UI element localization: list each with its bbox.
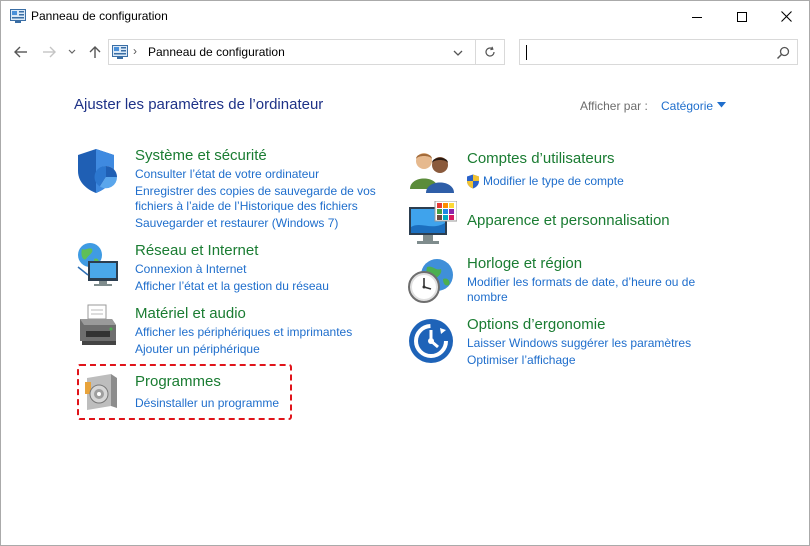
link-change-formats-2[interactable]: nombre — [467, 289, 508, 305]
maximize-button[interactable] — [719, 1, 764, 32]
link-file-history-1[interactable]: Enregistrer des copies de sauvegarde de … — [135, 183, 376, 199]
arrow-left-icon — [14, 46, 27, 58]
category-title-hardware-sound[interactable]: Matériel et audio — [135, 305, 246, 322]
dropdown-arrow-icon[interactable] — [717, 102, 726, 108]
close-button[interactable] — [764, 1, 809, 32]
page-title: Ajuster les paramètres de l’ordinateur — [74, 96, 324, 113]
control-panel-icon — [10, 9, 26, 23]
link-change-account-type[interactable]: Modifier le type de compte — [483, 173, 624, 189]
link-add-device[interactable]: Ajouter un périphérique — [135, 341, 260, 357]
category-title-ease-of-access[interactable]: Options d’ergonomie — [467, 316, 605, 333]
link-check-computer-status[interactable]: Consulter l’état de votre ordinateur — [135, 166, 319, 182]
users-icon[interactable] — [407, 149, 457, 193]
maximize-icon — [736, 11, 747, 22]
minimize-icon — [691, 16, 702, 18]
search-icon[interactable] — [776, 46, 790, 60]
breadcrumb-item[interactable]: Panneau de configuration — [148, 45, 285, 59]
title-bar: Panneau de configuration — [1, 1, 809, 32]
link-file-history-2[interactable]: fichiers à l’aide de l’Historique des fi… — [135, 198, 358, 214]
refresh-button[interactable] — [476, 39, 505, 65]
forward-button[interactable] — [39, 42, 59, 62]
close-icon — [781, 11, 792, 22]
recent-locations-button[interactable] — [65, 42, 79, 62]
programs-disc-icon[interactable] — [81, 372, 121, 412]
category-title-user-accounts[interactable]: Comptes d’utilisateurs — [467, 150, 615, 167]
link-backup-restore[interactable]: Sauvegarder et restaurer (Windows 7) — [135, 215, 338, 231]
link-let-windows-suggest[interactable]: Laisser Windows suggérer les paramètres — [467, 335, 691, 351]
arrow-up-icon — [89, 46, 101, 58]
up-button[interactable] — [85, 42, 105, 62]
control-panel-icon — [112, 45, 128, 59]
window-title: Panneau de configuration — [31, 9, 168, 23]
category-title-network-internet[interactable]: Réseau et Internet — [135, 242, 258, 259]
breadcrumb-separator: › — [133, 44, 137, 58]
link-devices-printers[interactable]: Afficher les périphériques et imprimante… — [135, 324, 352, 340]
search-input[interactable] — [519, 39, 798, 65]
ease-of-access-icon[interactable] — [407, 317, 455, 365]
category-title-programs[interactable]: Programmes — [135, 373, 221, 390]
link-connect-internet[interactable]: Connexion à Internet — [135, 261, 246, 277]
chevron-down-icon — [68, 49, 76, 54]
category-title-clock-region[interactable]: Horloge et région — [467, 255, 582, 272]
back-button[interactable] — [11, 42, 31, 62]
category-title-appearance[interactable]: Apparence et personnalisation — [467, 212, 670, 229]
uac-shield-icon — [467, 174, 479, 189]
control-panel-window: Panneau de configuration › Panneau de co… — [0, 0, 810, 546]
network-globe-icon[interactable] — [74, 241, 122, 289]
minimize-button[interactable] — [674, 1, 719, 32]
link-uninstall-program[interactable]: Désinstaller un programme — [135, 395, 279, 411]
address-bar[interactable]: › Panneau de configuration — [108, 39, 476, 65]
link-optimize-display[interactable]: Optimiser l’affichage — [467, 352, 576, 368]
arrow-right-icon — [43, 46, 56, 58]
text-caret — [526, 45, 527, 60]
printer-icon[interactable] — [74, 303, 122, 351]
chevron-down-icon[interactable] — [451, 47, 465, 59]
refresh-icon — [485, 46, 495, 57]
category-title-system-security[interactable]: Système et sécurité — [135, 147, 267, 164]
link-network-status[interactable]: Afficher l’état et la gestion du réseau — [135, 278, 329, 294]
shield-icon[interactable] — [74, 147, 122, 195]
clock-globe-icon[interactable] — [407, 257, 457, 305]
view-by-dropdown[interactable]: Catégorie — [661, 99, 713, 113]
link-change-formats-1[interactable]: Modifier les formats de date, d’heure ou… — [467, 274, 695, 290]
monitor-palette-icon[interactable] — [407, 201, 457, 249]
view-by-label: Afficher par : — [580, 99, 648, 113]
